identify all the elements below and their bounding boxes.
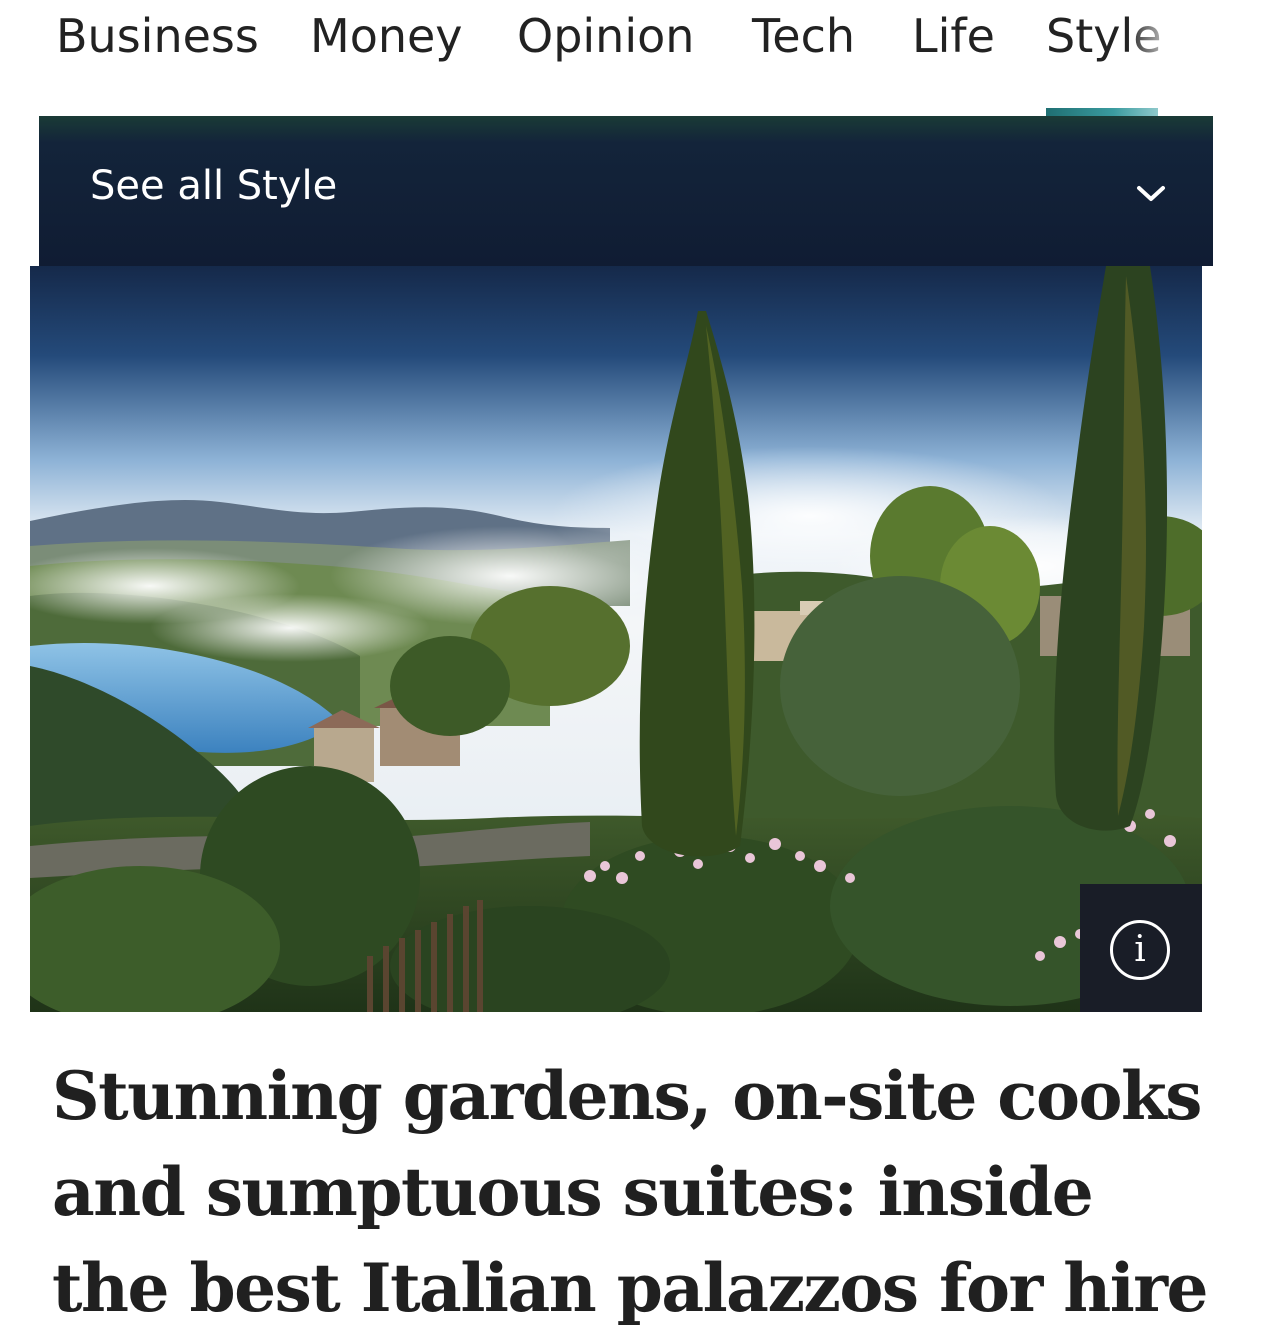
nav-item-tech[interactable]: Tech: [752, 6, 855, 66]
chevron-down-icon: [1137, 186, 1165, 201]
hero-landscape-illustration: [30, 266, 1202, 1012]
hero-image[interactable]: [30, 266, 1202, 1012]
nav-item-style[interactable]: Style: [1046, 6, 1162, 66]
info-icon: i: [1110, 920, 1170, 980]
nav-item-money[interactable]: Money: [310, 6, 463, 66]
nav-item-opinion[interactable]: Opinion: [517, 6, 694, 66]
article-headline[interactable]: Stunning gardens, on-site cooks and sump…: [52, 1048, 1212, 1336]
dropdown-label: See all Style: [90, 163, 338, 209]
nav-item-life[interactable]: Life: [912, 6, 995, 66]
see-all-style-dropdown[interactable]: See all Style: [39, 116, 1213, 266]
section-nav: Business Money Opinion Tech Life Style: [0, 0, 1262, 120]
image-info-button[interactable]: i: [1080, 884, 1202, 1012]
nav-item-business[interactable]: Business: [56, 6, 259, 66]
